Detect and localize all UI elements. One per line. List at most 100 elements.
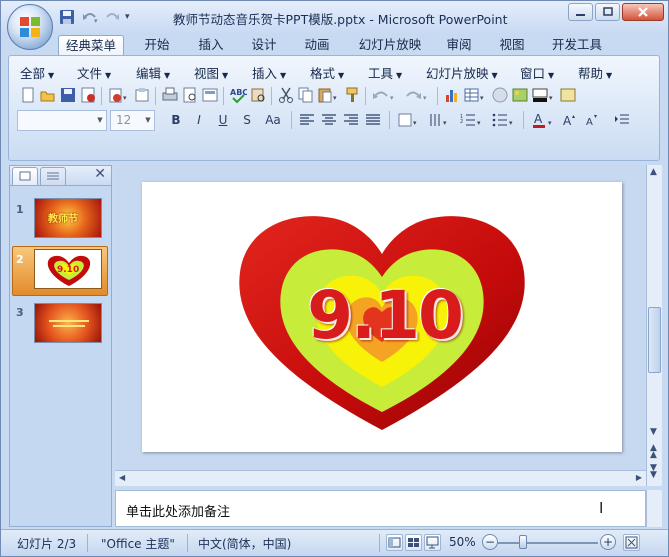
shadow-button[interactable]: S — [237, 111, 257, 129]
zoom-out-button[interactable]: − — [482, 534, 498, 550]
align-right-icon[interactable] — [342, 111, 360, 129]
horizontal-scrollbar[interactable]: ◀ ▶ — [115, 470, 646, 486]
zoom-slider-track[interactable] — [498, 542, 598, 544]
numbering-icon[interactable]: 1 2 ▾ — [459, 111, 481, 129]
tab-slideshow[interactable]: 幻灯片放映 — [353, 35, 427, 55]
menu-edit[interactable]: 编辑 ▼ — [136, 63, 170, 82]
ribbon: 全部 ▼ 文件 ▼ 编辑 ▼ 视图 ▼ 插入 ▼ 格式 ▼ 工具 ▼ 幻灯片放映 ▼ 窗口 ▼ 帮… — [8, 55, 660, 161]
chart-icon[interactable] — [443, 86, 461, 104]
office-button[interactable] — [7, 4, 53, 50]
slide-thumbnail-3[interactable] — [34, 303, 102, 343]
email-icon[interactable]: ▾ — [107, 86, 127, 104]
fit-to-window-button[interactable] — [623, 534, 640, 551]
redo-icon[interactable] — [103, 9, 121, 25]
bold-button[interactable]: B — [166, 111, 186, 129]
format-painter-icon[interactable] — [343, 86, 361, 104]
zoom-level[interactable]: 50% — [449, 535, 476, 549]
slide-sorter-view-button[interactable] — [405, 534, 422, 551]
align-left-icon[interactable] — [298, 111, 316, 129]
italic-button[interactable]: I — [189, 111, 209, 129]
scroll-up-icon[interactable]: ▲ — [650, 167, 657, 177]
change-case-button[interactable]: Aa — [259, 111, 287, 129]
save-icon[interactable] — [59, 86, 77, 104]
font-color-icon[interactable]: A ▾ — [531, 111, 552, 129]
shrink-font-icon[interactable]: A ▾ — [583, 111, 601, 129]
tab-classic-menu[interactable]: 经典菜单 — [58, 35, 124, 55]
permission-icon[interactable] — [79, 86, 97, 104]
grow-font-icon[interactable]: A ▴ — [561, 111, 579, 129]
fill-color-icon[interactable]: ▾ — [531, 86, 553, 104]
picture-icon[interactable] — [511, 86, 529, 104]
tab-home[interactable]: 开始 — [137, 35, 177, 55]
undo-icon[interactable]: ▾ — [371, 86, 394, 104]
table-icon[interactable]: ▾ — [463, 86, 484, 104]
spelling-icon[interactable]: ABC — [229, 86, 248, 104]
notes-pane[interactable]: 单击此处添加备注 I — [115, 490, 646, 527]
previous-slide-icon[interactable]: ▲ ▲ — [650, 444, 657, 460]
redo-icon[interactable]: ▾ — [403, 86, 427, 104]
theme-name[interactable]: "Office 主题" — [101, 535, 175, 552]
scroll-left-icon[interactable]: ◀ — [119, 473, 125, 482]
attach-icon[interactable] — [133, 86, 151, 104]
hyperlink-icon[interactable] — [491, 86, 509, 104]
menu-help[interactable]: 帮助 ▼ — [578, 63, 612, 82]
language-indicator[interactable]: 中文(简体，中国) — [198, 535, 291, 552]
scroll-right-icon[interactable]: ▶ — [636, 473, 642, 482]
font-size-combo[interactable]: 12 ▼ — [110, 110, 155, 131]
slides-tab[interactable] — [12, 167, 38, 185]
print-preview-icon[interactable] — [181, 86, 199, 104]
vertical-scrollbar[interactable]: ▲ ▼ ▲ ▲ ▼ ▼ — [646, 165, 662, 486]
scrollbar-thumb[interactable] — [648, 307, 661, 373]
menu-format[interactable]: 格式 ▼ — [310, 63, 344, 82]
slide-thumbnail-1[interactable]: 教师节 — [34, 198, 102, 238]
menu-file[interactable]: 文件 ▼ — [77, 63, 111, 82]
next-slide-icon[interactable]: ▼ ▼ — [650, 464, 657, 480]
menu-insert[interactable]: 插入 ▼ — [252, 63, 286, 82]
tab-review[interactable]: 审阅 — [439, 35, 479, 55]
font-name-combo[interactable]: ▼ — [17, 110, 107, 131]
new-document-icon[interactable] — [19, 86, 37, 104]
underline-button[interactable]: U — [213, 111, 233, 129]
justify-icon[interactable] — [364, 111, 382, 129]
open-folder-icon[interactable] — [39, 86, 57, 104]
layout-icon[interactable] — [201, 86, 219, 104]
zoom-in-button[interactable]: + — [600, 534, 616, 550]
menu-view[interactable]: 视图 ▼ — [194, 63, 228, 82]
menu-slideshow[interactable]: 幻灯片放映 ▼ — [426, 63, 498, 82]
tab-insert[interactable]: 插入 — [191, 35, 231, 55]
close-icon[interactable]: ✕ — [94, 166, 106, 182]
paste-icon[interactable]: ▾ — [317, 86, 337, 104]
zoom-slider-thumb[interactable] — [519, 535, 527, 549]
scroll-down-icon[interactable]: ▼ — [650, 427, 657, 437]
minimize-button[interactable] — [568, 3, 593, 21]
menu-window[interactable]: 窗口 ▼ — [520, 63, 554, 82]
slide-thumbnail-2[interactable]: 9.10 — [34, 249, 102, 289]
restore-button[interactable] — [595, 3, 620, 21]
text-direction-icon[interactable]: ▾ — [427, 111, 447, 129]
cut-icon[interactable] — [277, 86, 295, 104]
print-icon[interactable] — [161, 86, 179, 104]
slideshow-view-button[interactable] — [424, 534, 441, 551]
menu-tools[interactable]: 工具 ▼ — [368, 63, 402, 82]
bullets-icon[interactable]: ▾ — [491, 111, 513, 129]
more-options-icon[interactable] — [559, 86, 577, 104]
columns-icon[interactable]: ▾ — [397, 111, 417, 129]
tab-view[interactable]: 视图 — [492, 35, 532, 55]
current-slide[interactable]: 9.10 — [142, 182, 622, 452]
slides-panel: ✕ 1 教师节 2 9.10 3 — [9, 165, 112, 527]
tab-design[interactable]: 设计 — [244, 35, 284, 55]
save-icon[interactable] — [59, 9, 77, 25]
normal-view-button[interactable] — [386, 534, 403, 551]
tab-animation[interactable]: 动画 — [297, 35, 337, 55]
menu-all[interactable]: 全部 ▼ — [20, 63, 54, 82]
tab-developer[interactable]: 开发工具 — [547, 35, 607, 55]
customize-qat-icon[interactable]: ▾ — [125, 9, 135, 25]
undo-icon[interactable]: ▾ — [81, 9, 99, 25]
notes-scrollbar[interactable] — [646, 490, 662, 527]
copy-icon[interactable] — [297, 86, 315, 104]
research-icon[interactable] — [249, 86, 267, 104]
close-button[interactable] — [622, 3, 664, 21]
indent-icon[interactable] — [613, 111, 631, 129]
outline-tab[interactable] — [40, 167, 66, 185]
align-center-icon[interactable] — [320, 111, 338, 129]
